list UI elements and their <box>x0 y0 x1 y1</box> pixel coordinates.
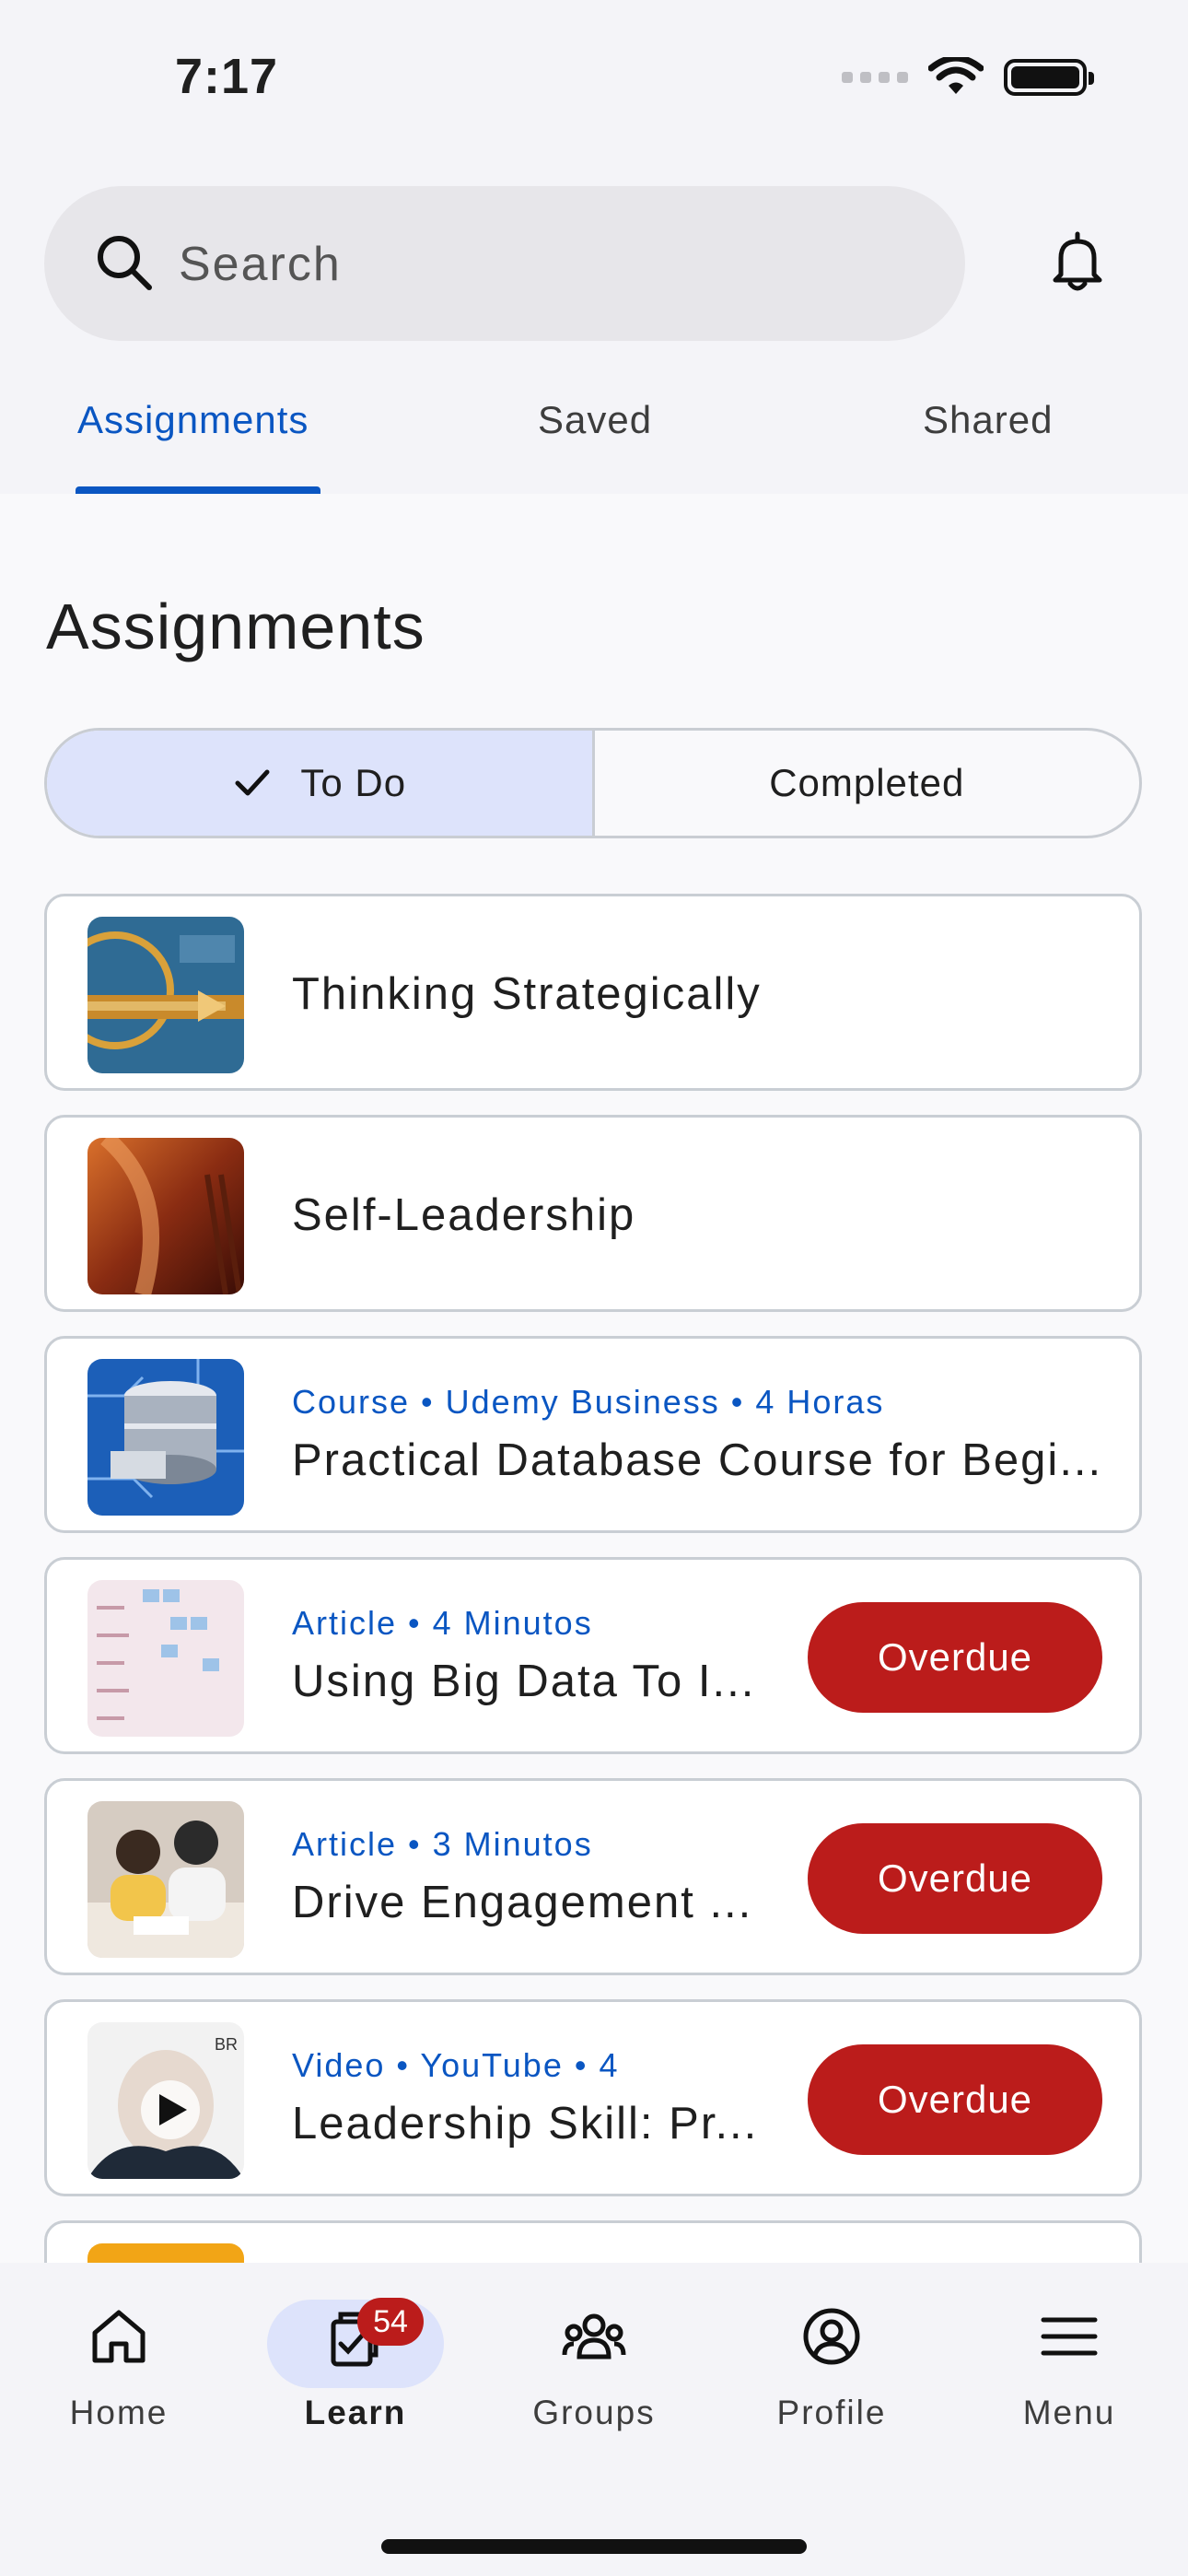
nav-profile-label: Profile <box>776 2394 887 2431</box>
nav-menu-label: Menu <box>1022 2394 1116 2431</box>
assignment-title: Thinking Strategically <box>292 969 762 1019</box>
home-indicator[interactable] <box>381 2539 807 2554</box>
active-tab-indicator <box>76 486 320 494</box>
cellular-signal-icon <box>842 72 908 83</box>
assignment-status-segment: To Do Completed <box>44 728 1142 838</box>
status-icons <box>842 57 1094 98</box>
assignment-thumbnail <box>87 917 244 1073</box>
overdue-badge-button[interactable]: Overdue <box>808 2044 1102 2155</box>
assignment-card[interactable]: BR Video • YouTube • 4 Leadership Skill:… <box>44 1999 1142 2196</box>
learn-count-badge: 54 <box>357 2298 424 2346</box>
assignment-title: Self-Leadership <box>292 1190 636 1240</box>
assignment-card[interactable]: Article • 3 Minutos Drive Engagement ...… <box>44 1778 1142 1975</box>
overdue-badge-button[interactable]: Overdue <box>808 1602 1102 1713</box>
assignment-card[interactable]: Article • 4 Minutos Using Big Data To I.… <box>44 1557 1142 1754</box>
bottom-navigation: Home Learn 54 Groups Profile Menu <box>0 2263 1188 2576</box>
segment-todo-button[interactable]: To Do <box>47 731 595 836</box>
battery-icon <box>1004 59 1094 96</box>
search-input[interactable] <box>179 223 915 306</box>
nav-home[interactable]: Home <box>27 2303 211 2432</box>
notification-bell-icon[interactable] <box>1044 228 1111 295</box>
assignment-card[interactable]: Self-Leadership <box>44 1115 1142 1312</box>
segment-completed-label: Completed <box>769 761 965 804</box>
assignment-title: Drive Engagement ... <box>292 1878 753 1927</box>
assignment-thumbnail <box>87 1801 244 1958</box>
profile-icon <box>803 2308 860 2365</box>
assignment-meta: Video • YouTube • 4 <box>292 2046 620 2084</box>
groups-icon <box>562 2313 626 2359</box>
header <box>0 157 1188 359</box>
svg-text:BR: BR <box>215 2035 238 2054</box>
page-title: Assignments <box>46 591 425 662</box>
assignment-title: Leadership Skill: Pr... <box>292 2099 759 2149</box>
segment-completed-button[interactable]: Completed <box>595 731 1140 836</box>
tab-bar: Assignments Saved Shared <box>0 359 1188 494</box>
assignment-title: Using Big Data To I... <box>292 1657 756 1706</box>
assignment-thumbnail <box>87 1580 244 1737</box>
assignment-title: Practical Database Course for Begi... <box>292 1435 1103 1485</box>
nav-groups[interactable]: Groups <box>502 2303 686 2432</box>
menu-icon <box>1041 2317 1098 2356</box>
assignment-meta: Article • 4 Minutos <box>292 1604 593 1642</box>
search-icon <box>98 236 152 290</box>
tab-shared[interactable]: Shared <box>923 398 1053 442</box>
assignment-thumbnail: BR <box>87 2022 244 2179</box>
nav-menu[interactable]: Menu <box>977 2303 1161 2432</box>
assignment-meta: Course • Udemy Business • 4 Horas <box>292 1383 885 1421</box>
assignment-thumbnail <box>87 1138 244 1294</box>
nav-learn-label: Learn <box>304 2394 407 2431</box>
tab-assignments[interactable]: Assignments <box>77 398 309 442</box>
home-icon <box>92 2310 146 2363</box>
assignment-thumbnail <box>87 1359 244 1516</box>
search-bar[interactable] <box>44 186 965 341</box>
nav-profile[interactable]: Profile <box>740 2303 924 2432</box>
nav-groups-label: Groups <box>532 2394 656 2431</box>
overdue-badge-button[interactable]: Overdue <box>808 1823 1102 1934</box>
assignment-card[interactable]: Thinking Strategically <box>44 894 1142 1091</box>
checkmark-icon <box>235 769 270 796</box>
status-time: 7:17 <box>175 49 279 104</box>
nav-home-label: Home <box>69 2394 169 2431</box>
assignment-meta: Article • 3 Minutos <box>292 1825 593 1863</box>
tab-saved[interactable]: Saved <box>538 398 652 442</box>
segment-todo-label: To Do <box>300 761 407 804</box>
wifi-icon <box>928 57 984 94</box>
assignment-card[interactable]: Course • Udemy Business • 4 Horas Practi… <box>44 1336 1142 1533</box>
status-bar: 7:17 <box>0 0 1188 157</box>
